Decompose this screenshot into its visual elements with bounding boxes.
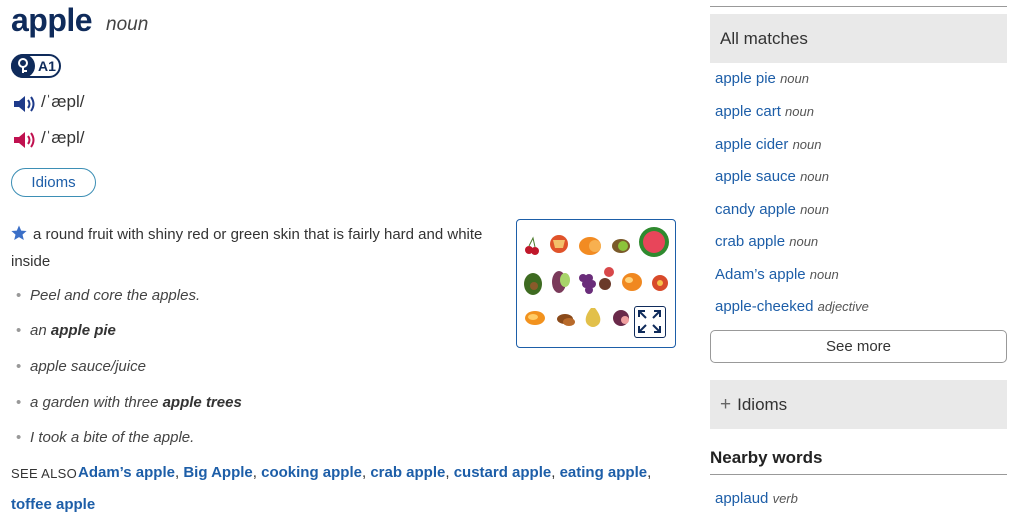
see-also-link[interactable]: cooking apple: [261, 464, 362, 481]
pronunciation-uk-text: /ˈæpl/: [41, 92, 85, 111]
level-badge[interactable]: A1: [11, 54, 61, 78]
example-text: an: [30, 322, 51, 339]
key-icon: [11, 54, 35, 78]
example-text: I took a bite of the apple.: [30, 429, 195, 446]
see-also-link[interactable]: crab apple: [370, 464, 445, 481]
match-pos: adjective: [817, 299, 869, 314]
match-link[interactable]: apple pie noun: [715, 70, 809, 87]
see-also-link[interactable]: eating apple: [560, 464, 648, 481]
star-icon: [11, 225, 27, 240]
match-pos: noun: [780, 71, 809, 86]
match-word[interactable]: candy apple: [715, 201, 796, 218]
example-text: Peel and core the apples.: [30, 287, 201, 304]
match-pos: noun: [800, 202, 829, 217]
nearby-pos: verb: [772, 491, 798, 506]
example-text: apple sauce/juice: [30, 358, 146, 375]
plus-icon: +: [720, 394, 732, 415]
match-word[interactable]: apple cart: [715, 103, 781, 120]
match-link[interactable]: Adam’s apple noun: [715, 266, 839, 283]
see-also-label: SEE ALSO: [11, 466, 77, 481]
idioms-panel-toggle[interactable]: + Idioms: [710, 380, 1007, 429]
example: • a garden with three apple trees: [16, 394, 242, 411]
nearby-word[interactable]: applaud: [715, 490, 768, 507]
example-text: a garden with three: [30, 394, 163, 411]
match-link[interactable]: apple cider noun: [715, 136, 821, 153]
bullet: •: [16, 394, 22, 411]
example-collocation: apple trees: [162, 394, 242, 411]
part-of-speech: noun: [106, 14, 149, 35]
match-pos: noun: [792, 137, 822, 152]
see-also-link[interactable]: toffee apple: [11, 496, 95, 513]
bullet: •: [16, 287, 22, 304]
match-pos: noun: [809, 267, 839, 282]
match-link[interactable]: candy apple noun: [715, 201, 829, 218]
nearby-word-link[interactable]: applaud verb: [715, 490, 798, 507]
match-link[interactable]: crab apple noun: [715, 233, 818, 250]
bullet: •: [16, 322, 22, 339]
example: • I took a bite of the apple.: [16, 429, 194, 446]
example: • apple sauce/juice: [16, 358, 146, 375]
idioms-panel-label: Idioms: [737, 395, 788, 414]
example-collocation: apple pie: [50, 322, 116, 339]
example: • Peel and core the apples.: [16, 287, 200, 304]
nearby-divider: [710, 474, 1007, 475]
match-pos: noun: [800, 169, 829, 184]
idioms-button[interactable]: Idioms: [11, 168, 96, 197]
speaker-us-icon[interactable]: [13, 130, 37, 150]
match-word[interactable]: crab apple: [715, 233, 785, 250]
pronunciation-us-text: /ˈæpl/: [41, 128, 85, 147]
example: • an apple pie: [16, 322, 116, 339]
match-link[interactable]: apple-cheeked adjective: [715, 298, 869, 315]
all-matches-heading: All matches: [710, 14, 1007, 63]
match-pos: noun: [789, 234, 819, 249]
see-also-link[interactable]: Big Apple: [183, 464, 252, 481]
match-word[interactable]: Adam’s apple: [715, 266, 806, 283]
bullet: •: [16, 429, 22, 446]
match-word[interactable]: apple sauce: [715, 168, 796, 185]
headword: apple: [11, 2, 93, 38]
level-label: A1: [38, 58, 56, 74]
expand-icon[interactable]: [634, 306, 666, 338]
match-word[interactable]: apple cider: [715, 136, 788, 153]
sidebar-divider: [710, 6, 1007, 7]
match-pos: noun: [785, 104, 814, 119]
definition-text: a round fruit with shiny red or green sk…: [11, 226, 483, 270]
definition: a round fruit with shiny red or green sk…: [11, 221, 491, 275]
match-link[interactable]: apple cart noun: [715, 103, 814, 120]
see-more-button[interactable]: See more: [710, 330, 1007, 363]
nearby-words-heading: Nearby words: [710, 448, 823, 467]
see-also-link[interactable]: Adam’s apple: [78, 464, 175, 481]
bullet: •: [16, 358, 22, 375]
speaker-uk-icon[interactable]: [13, 94, 37, 114]
match-link[interactable]: apple sauce noun: [715, 168, 829, 185]
match-word[interactable]: apple-cheeked: [715, 298, 813, 315]
match-word[interactable]: apple pie: [715, 70, 776, 87]
see-also-link[interactable]: custard apple: [454, 464, 552, 481]
